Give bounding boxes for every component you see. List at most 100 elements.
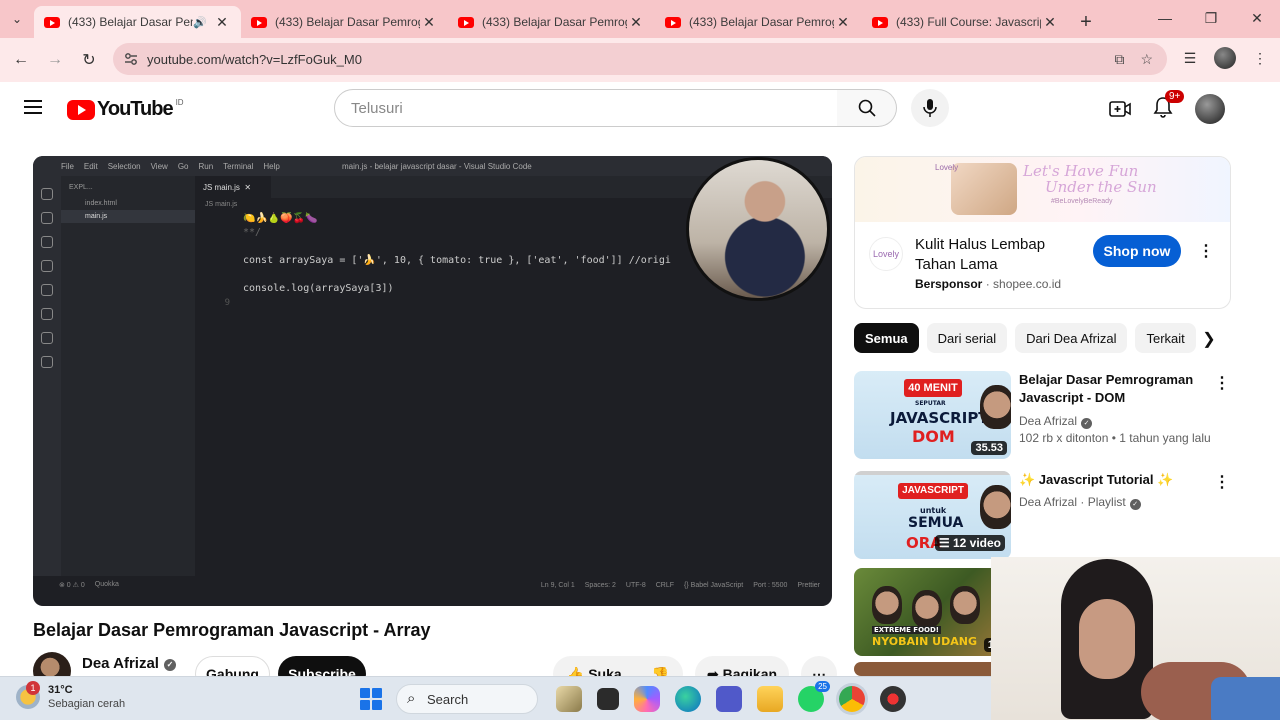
bookmark-star-icon[interactable]: ☆ xyxy=(1140,51,1153,68)
channel-name[interactable]: Dea Afrizal ✓ xyxy=(1019,414,1093,429)
create-video-icon[interactable] xyxy=(1109,100,1131,118)
chrome-icon[interactable] xyxy=(839,686,865,712)
channel-name-text: Dea Afrizal xyxy=(1019,414,1078,428)
install-app-icon[interactable]: ⧉ xyxy=(1114,51,1124,68)
thumb-badge: JAVASCRIPT xyxy=(898,483,968,499)
status-item: ⊗ 0 ⚠ 0 xyxy=(59,582,85,589)
vscode-window-title: main.js - belajar javascript dasar - Vis… xyxy=(342,162,532,171)
youtube-favicon-icon xyxy=(44,16,60,28)
playlist-label: · Playlist xyxy=(1080,495,1126,509)
browser-toolbar: ← → ↻ youtube.com/watch?v=LzfFoGuk_M0 ⧉ … xyxy=(0,38,1280,82)
tab-title: (433) Full Course: Javascript xyxy=(896,15,1041,29)
chip-all[interactable]: Semua xyxy=(854,323,919,353)
weather-widget[interactable]: 1 31°C Sebagian cerah xyxy=(16,681,126,711)
video-menu-icon[interactable]: ⋮ xyxy=(1214,373,1230,393)
restore-icon[interactable]: ❐ xyxy=(1188,0,1234,36)
recommended-playlist[interactable]: JAVASCRIPT untuk SEMUA ORA ☰ 12 video ✨ … xyxy=(854,468,1231,560)
site-info-icon[interactable] xyxy=(124,52,138,66)
playlist-thumbnail[interactable]: JAVASCRIPT untuk SEMUA ORA ☰ 12 video xyxy=(854,471,1011,559)
close-tab-icon[interactable]: ✕ xyxy=(834,14,852,31)
media-controls-icon[interactable]: ☰ xyxy=(1180,50,1200,67)
video-title[interactable]: Belajar Dasar Pemrograman Javascript - D… xyxy=(1019,371,1199,407)
ad-banner[interactable]: Lovely Let's Have Fun Under the Sun #BeL… xyxy=(855,157,1230,222)
teams-icon[interactable] xyxy=(716,686,742,712)
video-thumbnail[interactable] xyxy=(854,662,1011,676)
browser-tab[interactable]: (433) Belajar Dasar Pemrograman 🔊 ✕ xyxy=(34,6,241,38)
chevron-right-icon[interactable]: ❯ xyxy=(1196,326,1222,352)
video-thumbnail[interactable]: 40 MENIT SEPUTAR JAVASCRIPT DOM 35.53 xyxy=(854,371,1011,459)
ad-product-image xyxy=(951,163,1017,215)
video-thumbnail[interactable]: EXTREME FOOD! NYOBAIN UDANG 10. xyxy=(854,568,1011,656)
whatsapp-badge: 25 xyxy=(815,681,830,692)
minimize-icon[interactable]: — xyxy=(1142,0,1188,36)
vscode-menu-item: Selection xyxy=(107,161,141,171)
chip-from-channel[interactable]: Dari Dea Afrizal xyxy=(1015,323,1128,353)
task-view-icon[interactable] xyxy=(597,688,619,710)
browser-menu-icon[interactable]: ⋮ xyxy=(1250,50,1270,67)
channel-name[interactable]: Dea Afrizal · Playlist ✓ xyxy=(1019,495,1141,510)
ad-hashtag: #BeLovelyBeReady xyxy=(1051,198,1113,205)
close-window-icon[interactable]: ✕ xyxy=(1234,0,1280,36)
channel-name[interactable]: Dea Afrizal ✓ xyxy=(82,655,176,672)
weather-condition: Sebagian cerah xyxy=(48,698,126,710)
sponsored-ad-card[interactable]: Lovely Let's Have Fun Under the Sun #BeL… xyxy=(854,156,1231,309)
profile-avatar[interactable] xyxy=(1214,47,1236,69)
edge-icon[interactable] xyxy=(675,686,701,712)
ad-menu-icon[interactable]: ⋮ xyxy=(1198,241,1214,261)
browser-tab[interactable]: (433) Full Course: Javascript ✕ xyxy=(862,6,1069,38)
video-menu-icon[interactable]: ⋮ xyxy=(1214,472,1230,492)
notifications-button[interactable]: 9+ xyxy=(1153,89,1185,123)
duration-badge: 35.53 xyxy=(971,441,1007,455)
chip-related[interactable]: Terkait xyxy=(1135,323,1196,353)
search-input[interactable]: Telusuri xyxy=(334,89,838,127)
explorer-file: index.html xyxy=(85,200,117,207)
address-bar[interactable]: youtube.com/watch?v=LzfFoGuk_M0 ⧉ ☆ xyxy=(113,43,1167,75)
ad-title[interactable]: Kulit Halus Lembap Tahan Lama xyxy=(915,235,1085,275)
close-tab-icon[interactable]: ✕ xyxy=(213,14,231,31)
reload-icon[interactable]: ↻ xyxy=(72,43,106,77)
taskbar-search-label: Search xyxy=(427,691,469,707)
close-tab-icon[interactable]: ✕ xyxy=(627,14,645,31)
shop-now-button[interactable]: Shop now xyxy=(1093,235,1181,267)
taskbar-search[interactable]: Search xyxy=(396,684,538,714)
ad-brand-logo[interactable]: Lovely xyxy=(869,237,903,271)
vscode-explorer: EXPL... index.html main.js xyxy=(61,176,195,586)
close-tab-icon[interactable]: ✕ xyxy=(420,14,438,31)
browser-tab[interactable]: (433) Belajar Dasar Pemrograman ✕ xyxy=(655,6,862,38)
search-button[interactable] xyxy=(837,89,897,127)
whatsapp-icon[interactable]: 25 xyxy=(798,681,830,712)
back-icon[interactable]: ← xyxy=(4,43,38,77)
voice-search-button[interactable] xyxy=(911,89,949,127)
chip-from-series[interactable]: Dari serial xyxy=(926,323,1008,353)
video-title: Belajar Dasar Pemrograman Javascript - A… xyxy=(33,620,431,640)
thumb-face xyxy=(980,385,1011,429)
close-tab-icon[interactable]: ✕ xyxy=(1041,14,1059,31)
guide-menu-icon[interactable] xyxy=(24,100,42,114)
view-count: 102 rb x ditonton xyxy=(1019,431,1109,445)
account-avatar[interactable] xyxy=(1195,94,1225,124)
country-code: ID xyxy=(175,98,184,107)
line-number: 9 xyxy=(224,298,230,308)
recommended-video[interactable]: 40 MENIT SEPUTAR JAVASCRIPT DOM 35.53 Be… xyxy=(854,371,1231,461)
explorer-header: EXPL... xyxy=(69,184,93,191)
forward-icon[interactable]: → xyxy=(38,43,72,77)
vscode-activity-bar xyxy=(33,176,61,586)
code-line: **/ xyxy=(243,227,262,238)
browser-tab[interactable]: (433) Belajar Dasar Pemrograman ✕ xyxy=(241,6,448,38)
file-explorer-icon[interactable] xyxy=(757,686,783,712)
youtube-logo[interactable]: YouTube ID xyxy=(67,98,184,121)
ad-slogan: Let's Have Fun Under the Sun xyxy=(1023,163,1157,195)
recorder-app-icon[interactable] xyxy=(880,686,906,712)
tab-search-icon[interactable]: ⌄ xyxy=(0,0,34,38)
speaker-icon[interactable]: 🔊 xyxy=(193,16,207,29)
filter-chips: Semua Dari serial Dari Dea Afrizal Terka… xyxy=(854,323,1230,355)
url-text: youtube.com/watch?v=LzfFoGuk_M0 xyxy=(147,51,362,67)
browser-tab[interactable]: (433) Belajar Dasar Pemrograman ✕ xyxy=(448,6,655,38)
windows-start-icon[interactable] xyxy=(360,688,382,710)
copilot-icon[interactable] xyxy=(634,686,660,712)
playlist-title[interactable]: ✨ Javascript Tutorial ✨ xyxy=(1019,471,1199,489)
widget-app-icon[interactable] xyxy=(556,686,582,712)
tab-title: (433) Belajar Dasar Pemrograman xyxy=(68,15,193,29)
thumb-text: JAVASCRIPT xyxy=(890,409,989,427)
new-tab-button[interactable]: + xyxy=(1069,6,1103,38)
